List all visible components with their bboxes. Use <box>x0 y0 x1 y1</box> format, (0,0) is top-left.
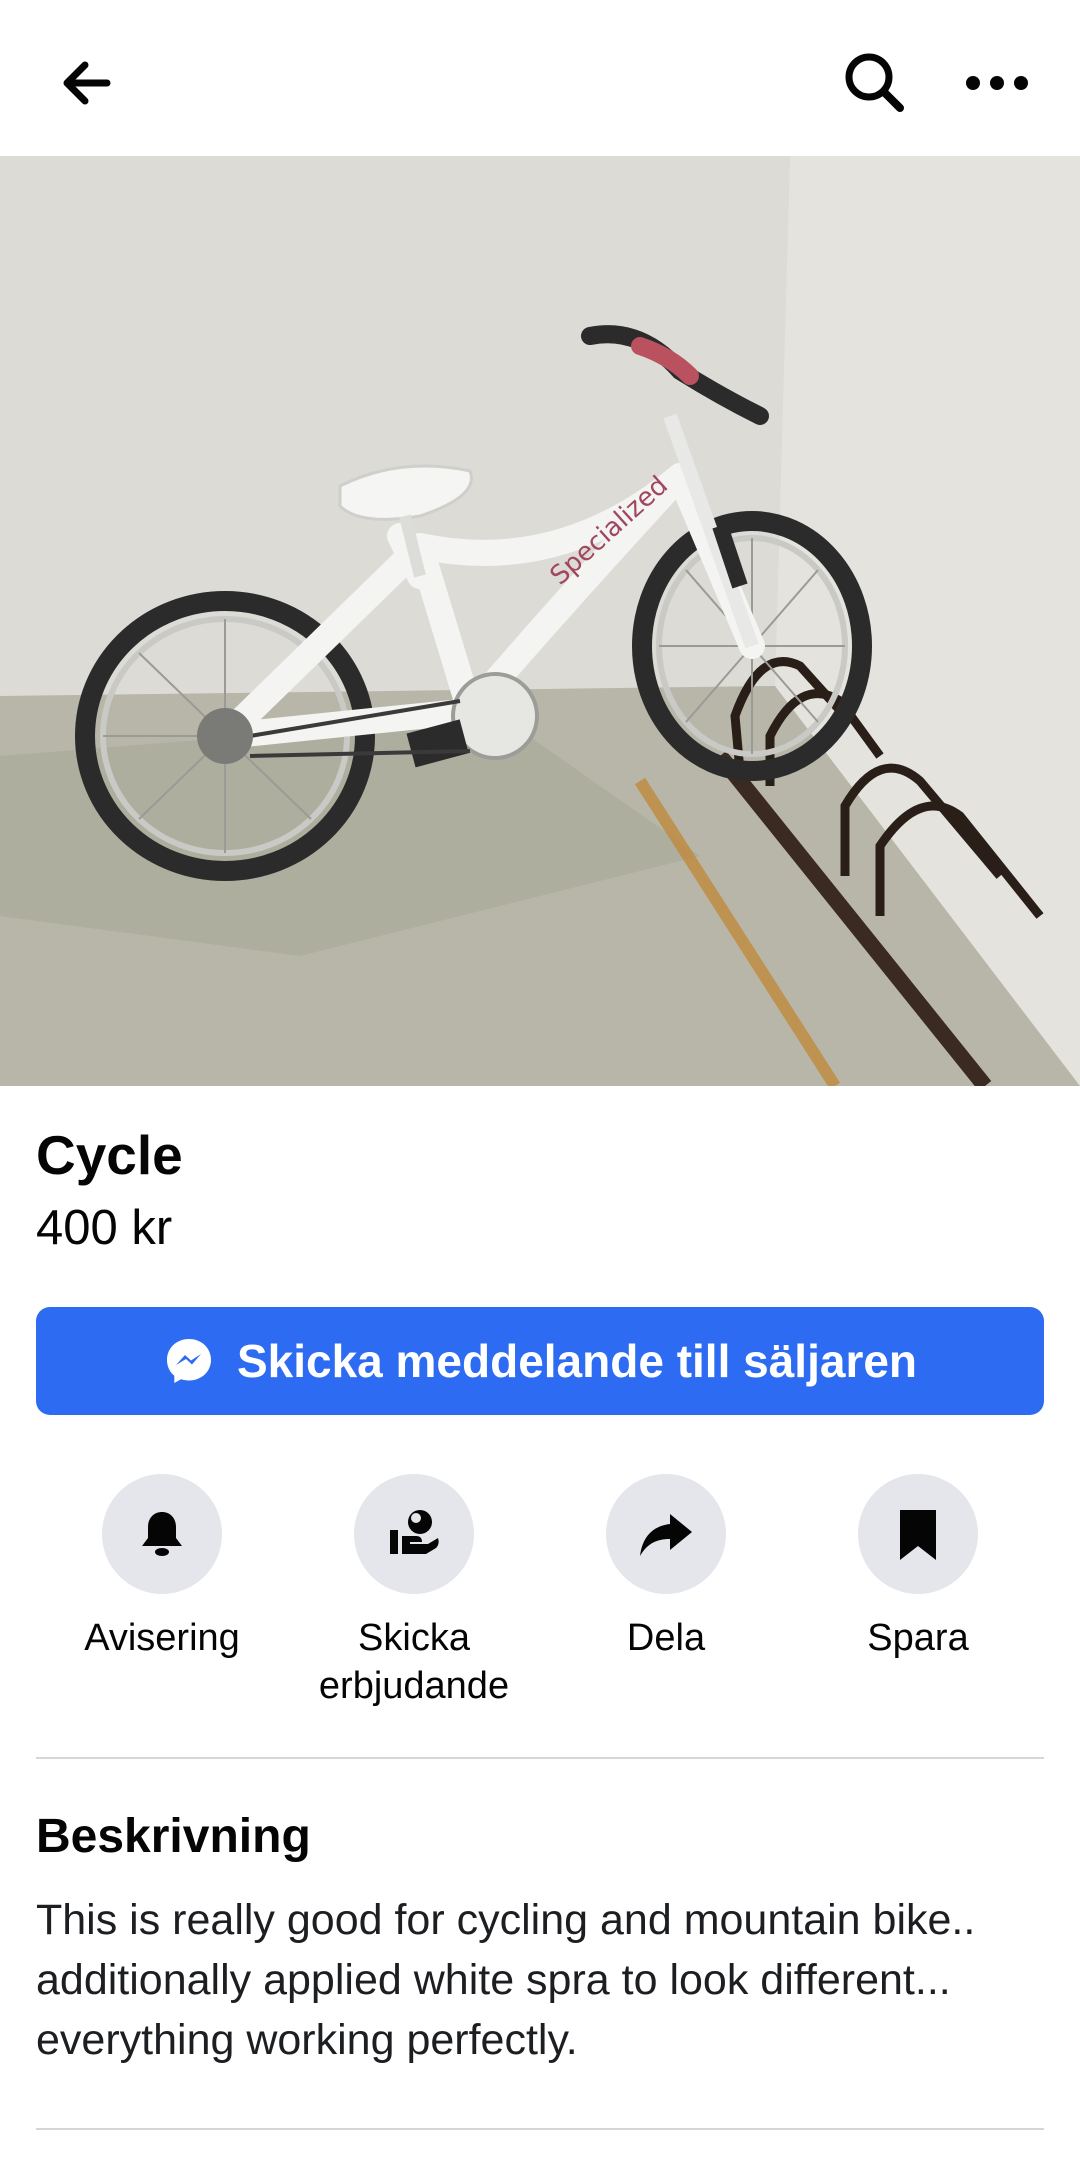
action-row: Avisering Skicka erbjudande Dela Spara <box>36 1474 1044 1724</box>
back-button[interactable] <box>40 38 130 128</box>
send-offer-action[interactable]: Skicka erbjudande <box>288 1474 540 1710</box>
arrow-left-icon <box>63 61 111 105</box>
share-arrow-icon <box>640 1514 692 1556</box>
listing-price: 400 kr <box>36 1201 173 1255</box>
divider <box>36 1757 1044 1759</box>
notify-button[interactable] <box>102 1474 222 1594</box>
save-label: Spara <box>867 1617 969 1659</box>
offer-icon <box>390 1510 439 1554</box>
messenger-icon <box>166 1339 211 1383</box>
bicycle-photo: Specialized <box>0 156 1080 1086</box>
bookmark-icon <box>900 1510 936 1560</box>
search-icon <box>845 53 904 112</box>
more-horizontal-icon <box>966 76 1028 90</box>
send-offer-button[interactable] <box>354 1474 474 1594</box>
top-bar <box>0 0 1080 156</box>
description-heading: Beskrivning <box>36 1810 311 1863</box>
save-action[interactable]: Spara <box>792 1474 1044 1662</box>
listing-title: Cycle <box>36 1124 183 1186</box>
message-seller-button[interactable]: Skicka meddelande till säljaren <box>36 1307 1044 1415</box>
send-offer-label: Skicka erbjudande <box>318 1617 510 1707</box>
message-seller-label: Skicka meddelande till säljaren <box>236 1335 918 1387</box>
save-button[interactable] <box>858 1474 978 1594</box>
share-label: Dela <box>626 1617 706 1659</box>
more-options-button[interactable] <box>952 38 1042 128</box>
listing-photo[interactable]: Specialized <box>0 156 1080 1086</box>
search-button[interactable] <box>830 38 920 128</box>
share-button[interactable] <box>606 1474 726 1594</box>
bell-icon <box>142 1512 182 1556</box>
notify-action[interactable]: Avisering <box>36 1474 288 1662</box>
share-action[interactable]: Dela <box>540 1474 792 1662</box>
notify-label: Avisering <box>84 1617 240 1659</box>
divider <box>36 2128 1044 2130</box>
description-text: This is really good for cycling and moun… <box>36 1896 976 2064</box>
